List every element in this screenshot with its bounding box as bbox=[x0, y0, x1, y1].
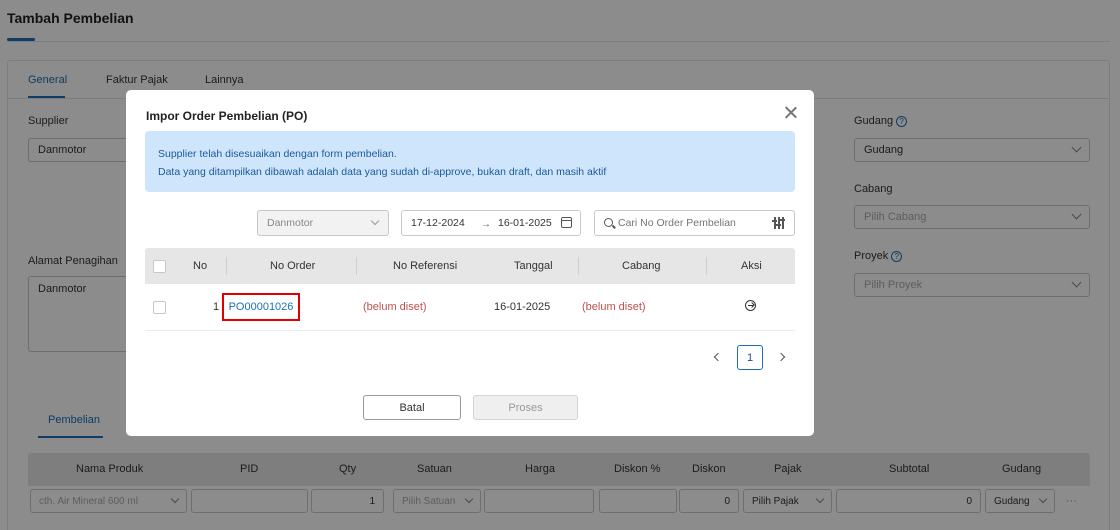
select-all-checkbox[interactable] bbox=[153, 260, 166, 273]
process-button[interactable]: Proses bbox=[473, 395, 578, 420]
chevron-left-icon[interactable] bbox=[713, 352, 723, 362]
supplier-filter-value: Danmotor bbox=[267, 217, 314, 229]
column-divider bbox=[356, 257, 357, 275]
column-divider bbox=[706, 257, 707, 275]
column-divider bbox=[578, 257, 579, 275]
col-no: No bbox=[193, 260, 208, 272]
date-to: 16-01-2025 bbox=[498, 217, 552, 229]
supplier-filter-select: Danmotor bbox=[257, 210, 389, 236]
date-from: 17-12-2024 bbox=[411, 217, 465, 229]
info-line-1: Supplier telah disesuaikan dengan form p… bbox=[158, 148, 397, 160]
chevron-down-icon bbox=[370, 216, 380, 226]
po-table-header: No No Order No Referensi Tanggal Cabang … bbox=[145, 248, 795, 284]
modal-title: Impor Order Pembelian (PO) bbox=[146, 109, 308, 123]
cancel-button[interactable]: Batal bbox=[363, 395, 461, 420]
po-search-box[interactable] bbox=[594, 210, 795, 236]
pagination-page-1[interactable]: 1 bbox=[737, 345, 763, 370]
info-line-2: Data yang ditampilkan dibawah adalah dat… bbox=[158, 166, 607, 178]
col-date: Tanggal bbox=[514, 260, 553, 272]
date-range-picker[interactable]: 17-12-2024 → 16-01-2025 bbox=[401, 210, 581, 236]
row-reference: (belum diset) bbox=[363, 301, 427, 313]
po-number-link[interactable]: PO00001026 bbox=[222, 293, 300, 321]
po-search-input[interactable] bbox=[618, 215, 758, 231]
col-action: Aksi bbox=[741, 260, 762, 272]
import-po-modal: Impor Order Pembelian (PO) Supplier tela… bbox=[126, 90, 814, 436]
row-checkbox[interactable] bbox=[153, 301, 166, 314]
arrow-right-icon: → bbox=[481, 219, 491, 230]
col-reference-no: No Referensi bbox=[393, 260, 458, 272]
calendar-icon bbox=[561, 217, 572, 228]
close-icon[interactable] bbox=[782, 104, 800, 122]
column-divider bbox=[226, 257, 227, 275]
col-branch: Cabang bbox=[622, 260, 661, 272]
row-number: 1 bbox=[213, 301, 220, 313]
chevron-right-icon[interactable] bbox=[778, 352, 788, 362]
table-row: 1 PO00001026 (belum diset) 16-01-2025 (b… bbox=[145, 284, 795, 331]
row-branch: (belum diset) bbox=[582, 301, 646, 313]
search-icon bbox=[604, 218, 613, 227]
info-alert: Supplier telah disesuaikan dengan form p… bbox=[145, 131, 795, 192]
filter-settings-icon[interactable] bbox=[772, 217, 785, 229]
row-date: 16-01-2025 bbox=[494, 301, 551, 313]
arrow-circle-right-icon[interactable] bbox=[745, 300, 756, 311]
col-order-no: No Order bbox=[270, 260, 316, 272]
